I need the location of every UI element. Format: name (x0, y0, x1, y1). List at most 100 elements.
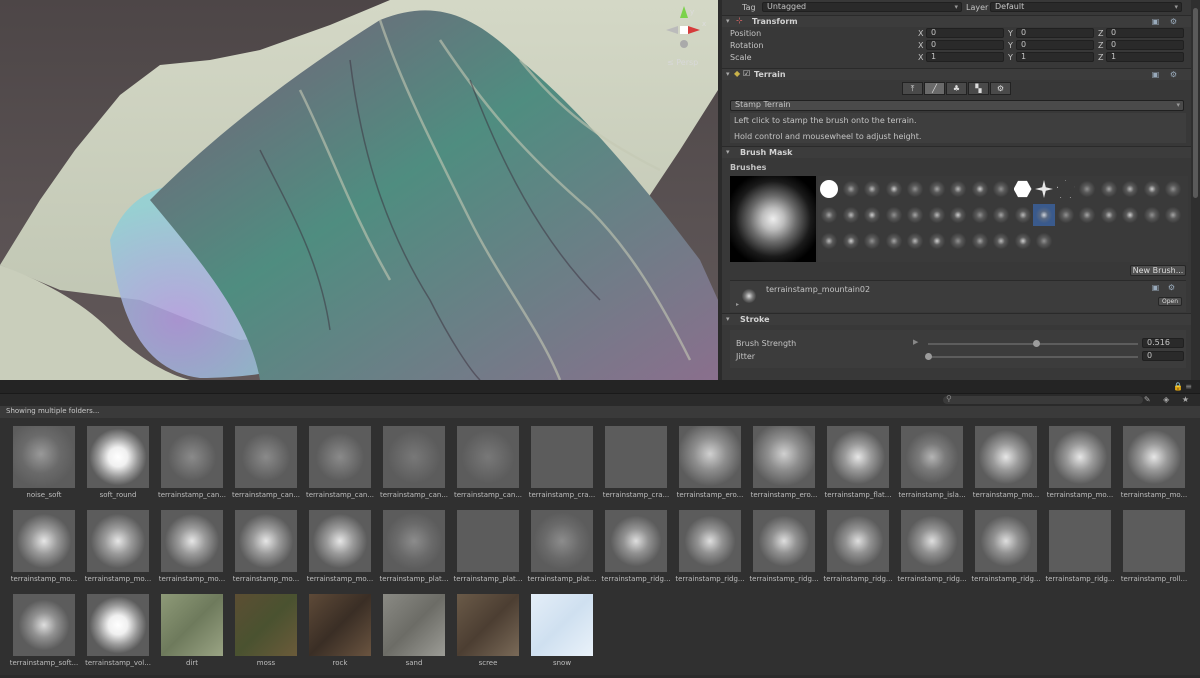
brush-option[interactable] (970, 232, 989, 250)
asset-item[interactable]: terrainstamp_flat... (823, 426, 893, 510)
brush-option[interactable] (970, 180, 989, 198)
brush-option[interactable] (1013, 180, 1032, 198)
fold-arrow-icon[interactable]: ▾ (726, 315, 730, 323)
brush-option[interactable] (992, 206, 1010, 224)
paint-tool-button[interactable]: ╱ (924, 82, 945, 95)
asset-item[interactable]: terrainstamp_mo... (1119, 426, 1189, 510)
asset-item[interactable]: soft_round (83, 426, 153, 510)
search-input[interactable] (943, 396, 1143, 404)
asset-thumbnail[interactable] (975, 426, 1037, 488)
brush-option[interactable] (884, 180, 903, 198)
trees-tool-button[interactable]: ♣ (946, 82, 967, 95)
asset-item[interactable]: terrainstamp_vol... (83, 594, 153, 678)
brush-option[interactable] (949, 180, 967, 198)
brush-option[interactable] (927, 206, 946, 224)
brush-option[interactable] (1013, 232, 1032, 250)
brush-option[interactable] (1013, 206, 1032, 224)
asset-thumbnail[interactable] (1049, 510, 1111, 572)
asset-item[interactable]: terrainstamp_can... (305, 426, 375, 510)
asset-thumbnail[interactable] (679, 426, 741, 488)
asset-thumbnail[interactable] (457, 594, 519, 656)
asset-thumbnail[interactable] (531, 510, 593, 572)
brush-option[interactable] (992, 180, 1010, 198)
brush-asset-icons[interactable]: ▣ ⚙ (1152, 283, 1178, 292)
asset-thumbnail[interactable] (235, 594, 297, 656)
brush-option[interactable] (884, 232, 903, 250)
asset-item[interactable]: terrainstamp_ridg... (749, 510, 819, 594)
asset-item[interactable]: noise_soft (9, 426, 79, 510)
position-z-field[interactable]: 0 (1106, 28, 1184, 38)
asset-thumbnail[interactable] (87, 510, 149, 572)
brush-option[interactable] (884, 206, 903, 224)
brush-option[interactable] (927, 232, 946, 250)
asset-thumbnail[interactable] (383, 594, 445, 656)
asset-item[interactable]: terrainstamp_mo... (231, 510, 301, 594)
asset-thumbnail[interactable] (753, 510, 815, 572)
asset-thumbnail[interactable] (531, 594, 593, 656)
component-menu-icons[interactable]: ▣ ⚙ (1152, 17, 1181, 26)
brush-option[interactable] (1142, 206, 1161, 224)
asset-thumbnail[interactable] (901, 426, 963, 488)
asset-item[interactable]: terrainstamp_mo... (9, 510, 79, 594)
brush-option[interactable] (1056, 180, 1075, 198)
terrain-tool-dropdown[interactable]: Stamp Terrain (730, 100, 1184, 111)
asset-item[interactable]: rock (305, 594, 375, 678)
asset-item[interactable]: dirt (157, 594, 227, 678)
jitter-slider-track[interactable] (928, 356, 1138, 358)
terrain-enabled-checkbox[interactable]: ☑ (743, 69, 750, 78)
fold-arrow-icon[interactable]: ▾ (726, 70, 730, 78)
asset-thumbnail[interactable] (13, 594, 75, 656)
asset-item[interactable]: terrainstamp_mo... (83, 510, 153, 594)
asset-item[interactable]: sand (379, 594, 449, 678)
asset-thumbnail[interactable] (383, 510, 445, 572)
asset-item[interactable]: terrainstamp_ridg... (971, 510, 1041, 594)
brush-option[interactable] (1078, 180, 1096, 198)
asset-item[interactable]: terrainstamp_plat... (453, 510, 523, 594)
asset-item[interactable]: terrainstamp_ridg... (823, 510, 893, 594)
asset-thumbnail[interactable] (827, 426, 889, 488)
asset-item[interactable]: terrainstamp_plat... (527, 510, 597, 594)
brush-option[interactable] (863, 180, 881, 198)
inspector-scrollbar-thumb[interactable] (1193, 8, 1198, 198)
brush-grid[interactable] (818, 176, 1188, 262)
brush-option[interactable] (992, 232, 1010, 250)
inspector-scrollbar[interactable] (1191, 0, 1200, 380)
rotation-x-field[interactable]: 0 (926, 40, 1004, 50)
jitter-slider-knob[interactable] (925, 353, 932, 360)
orientation-gizmo[interactable]: y x (660, 4, 712, 48)
scale-z-field[interactable]: 1 (1106, 52, 1184, 62)
asset-thumbnail[interactable] (531, 426, 593, 488)
asset-item[interactable]: terrainstamp_mo... (305, 510, 375, 594)
asset-thumbnail[interactable] (309, 426, 371, 488)
asset-thumbnail[interactable] (827, 510, 889, 572)
scene-view[interactable]: y x ≤ Persp (0, 0, 718, 380)
scale-x-field[interactable]: 1 (926, 52, 1004, 62)
asset-item[interactable]: terrainstamp_plat... (379, 510, 449, 594)
asset-item[interactable]: terrainstamp_can... (379, 426, 449, 510)
asset-thumbnail[interactable] (605, 510, 667, 572)
brush-option[interactable] (949, 232, 967, 250)
asset-thumbnail[interactable] (161, 426, 223, 488)
asset-thumbnail[interactable] (901, 510, 963, 572)
transform-header[interactable]: ▾ ⊹ Transform ▣ ⚙ (722, 15, 1191, 27)
asset-thumbnail[interactable] (457, 510, 519, 572)
brush-option[interactable] (1035, 232, 1053, 250)
asset-thumbnail[interactable] (87, 594, 149, 656)
brush-option[interactable] (841, 180, 860, 198)
brush-strength-field[interactable]: 0.516 (1142, 338, 1184, 348)
fold-arrow-icon[interactable]: ▾ (726, 148, 730, 156)
jitter-field[interactable]: 0 (1142, 351, 1184, 361)
asset-item[interactable]: terrainstamp_cra... (601, 426, 671, 510)
asset-thumbnail[interactable] (87, 426, 149, 488)
gizmo-neg-x-arrow[interactable] (666, 26, 678, 34)
asset-item[interactable]: terrainstamp_ero... (675, 426, 745, 510)
filter-icons[interactable]: ✎ ◈ ★ (1144, 395, 1194, 404)
tag-dropdown[interactable]: Untagged (762, 2, 962, 12)
brush-option[interactable] (1164, 180, 1182, 198)
brush-option[interactable] (1164, 206, 1182, 224)
asset-thumbnail[interactable] (1123, 426, 1185, 488)
brush-option[interactable] (820, 206, 838, 224)
brush-option[interactable] (949, 206, 967, 224)
asset-item[interactable]: terrainstamp_cra... (527, 426, 597, 510)
gizmo-center-cube[interactable] (680, 26, 688, 34)
